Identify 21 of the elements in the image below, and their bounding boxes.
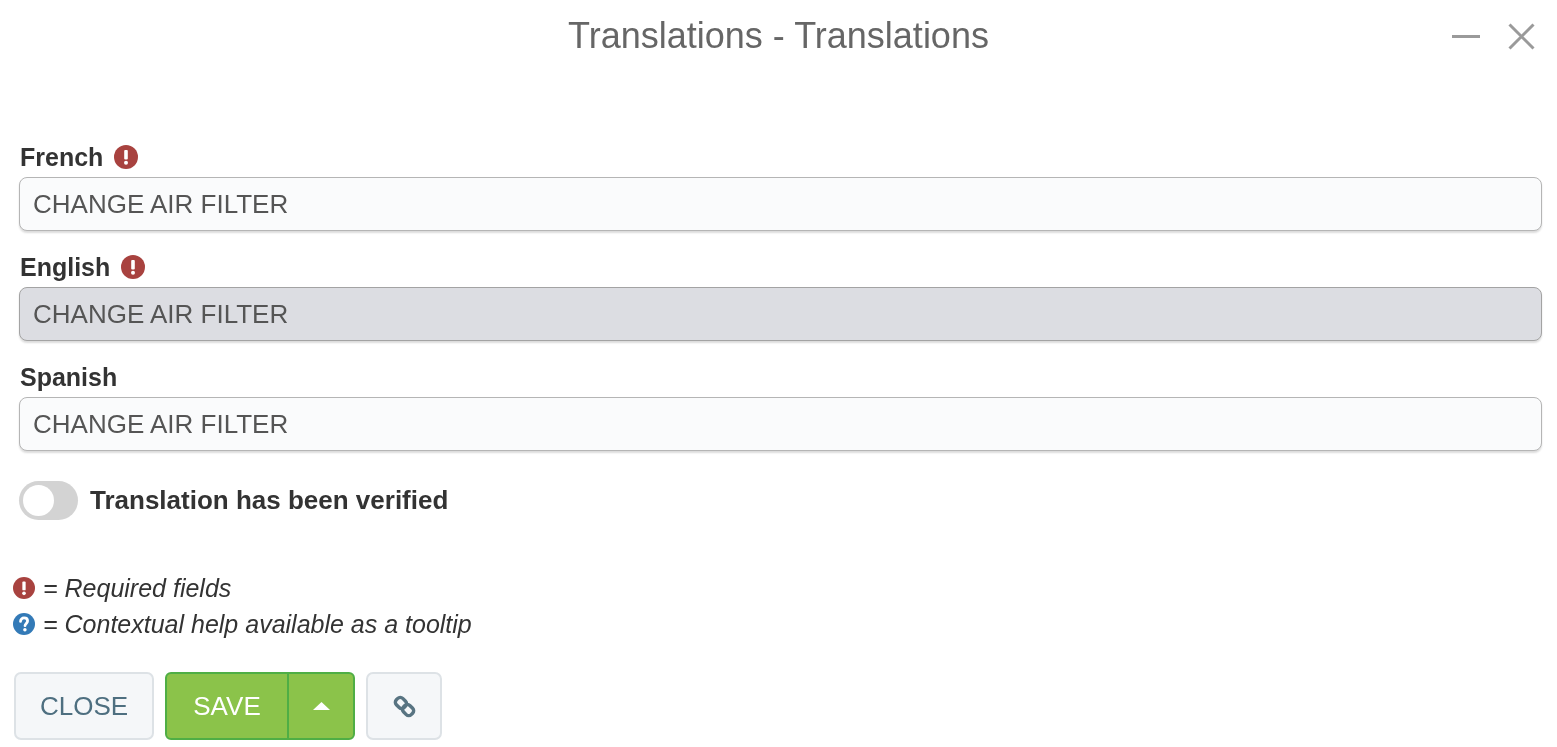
link-button[interactable] [366,672,442,740]
close-button[interactable] [1508,22,1535,50]
required-icon [13,577,35,599]
close-button[interactable]: CLOSE [14,672,154,740]
legend-text: = Required fields [43,573,232,603]
save-options-button[interactable] [288,672,355,740]
help-icon [13,613,35,635]
caret-up-icon [312,702,330,710]
toggle-switch[interactable] [19,481,78,520]
toggle-label: Translation has been verified [90,485,449,516]
field-label: English [19,253,111,281]
legend-text: = Contextual help available as a tooltip [43,609,472,639]
minimize-icon [1452,34,1480,38]
minimize-button[interactable] [1452,34,1480,38]
text-field[interactable]: CHANGE AIR FILTER [19,397,1542,451]
window-title: Translations - Translations [568,15,989,57]
link-icon [391,693,417,719]
field-label: Spanish [19,363,118,391]
text-field[interactable]: CHANGE AIR FILTER [19,177,1542,231]
field-label: French [19,143,104,171]
close-icon [1508,22,1535,50]
